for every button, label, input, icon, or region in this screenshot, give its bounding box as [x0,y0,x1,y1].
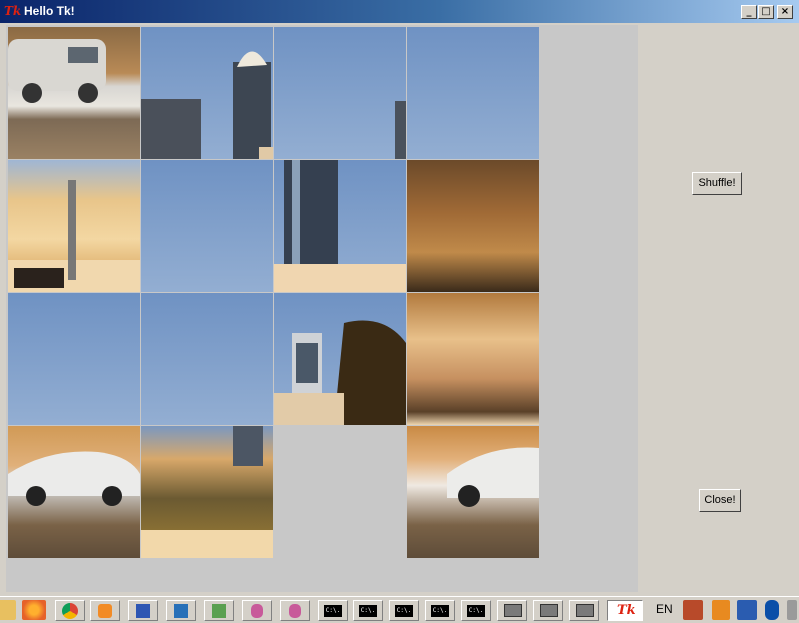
powershell-button[interactable] [166,600,196,621]
monitor-icon [504,604,522,617]
puzzle-tile[interactable] [8,27,140,159]
terminal-button-3[interactable]: C:\. [389,600,419,621]
puzzle-tile[interactable] [407,160,539,292]
terminal-button-4[interactable]: C:\. [425,600,455,621]
folder-icon[interactable] [0,600,16,620]
terminal-button-2[interactable]: C:\. [353,600,383,621]
database-icon [251,604,263,618]
tower-edge-image [395,101,406,159]
media-player-button[interactable] [90,600,120,621]
save-button[interactable] [128,600,158,621]
terminal-button-5[interactable]: C:\. [461,600,491,621]
terminal-icon: C:\. [359,605,377,617]
glass-tower-image [274,160,406,292]
terminal-icon: C:\. [431,605,449,617]
puzzle-tile[interactable] [274,27,406,159]
tk-taskbar-button[interactable]: Tk [607,600,643,621]
chrome-button[interactable] [55,600,85,621]
title-bar[interactable]: Tk Hello Tk! _ □ × [0,0,799,23]
media-player-icon [98,604,112,618]
database-button-2[interactable] [280,600,310,621]
app-window: Tk Hello Tk! _ □ × Shuffle! Close! [0,0,799,596]
taskbar: C:\. C:\. C:\. C:\. C:\. Tk EN [0,596,799,623]
car-image [8,39,106,103]
puzzle-tile[interactable] [274,293,406,425]
puzzle-tile[interactable] [407,293,539,425]
terminal-icon: C:\. [467,605,485,617]
terminal-button-1[interactable]: C:\. [318,600,348,621]
firefox-icon[interactable] [22,600,46,620]
tk-icon: Tk [617,603,636,618]
puzzle-tile[interactable] [8,426,140,558]
puzzle-tile[interactable] [8,293,140,425]
puzzle-tile[interactable] [141,27,273,159]
maximize-button[interactable]: □ [758,5,774,19]
terminal-icon: C:\. [324,605,342,617]
monitor-button-3[interactable] [569,600,599,621]
palm-image [274,320,406,425]
puzzle-tile[interactable] [141,293,273,425]
printer-icon[interactable] [787,600,797,620]
database-button-1[interactable] [242,600,272,621]
shield-icon[interactable] [737,600,757,620]
close-button[interactable]: Close! [699,489,741,512]
window-title: Hello Tk! [24,4,75,18]
puzzle-tile[interactable] [274,160,406,292]
database-icon [289,604,301,618]
save-icon [136,604,150,618]
puzzle-tile[interactable] [407,426,539,558]
villa-image [8,180,140,292]
puzzle-tile[interactable] [8,160,140,292]
monitor-icon [576,604,594,617]
language-indicator[interactable]: EN [656,602,673,616]
network-icon[interactable] [683,600,703,620]
sedan-image [8,451,140,506]
bluetooth-icon[interactable] [765,600,779,620]
powershell-icon [174,604,188,618]
close-window-button[interactable]: × [777,5,793,19]
tree-wall-image [141,426,273,558]
notepad-icon [212,604,226,618]
empty-puzzle-slot[interactable] [274,426,406,558]
sedan-rear-image [447,447,539,507]
puzzle-tile[interactable] [141,160,273,292]
tk-app-icon: Tk [4,4,22,18]
shuffle-button[interactable]: Shuffle! [692,172,742,195]
monitor-icon [540,604,558,617]
warning-icon[interactable] [712,600,730,620]
puzzle-tile[interactable] [141,426,273,558]
terminal-icon: C:\. [395,605,413,617]
puzzle-tile[interactable] [407,27,539,159]
monitor-button-1[interactable] [497,600,527,621]
minimize-button[interactable]: _ [741,5,757,19]
monitor-button-2[interactable] [533,600,563,621]
puzzle-canvas[interactable] [6,25,638,592]
chrome-icon [62,603,78,619]
notepad-button[interactable] [204,600,234,621]
towers-image [141,51,273,159]
